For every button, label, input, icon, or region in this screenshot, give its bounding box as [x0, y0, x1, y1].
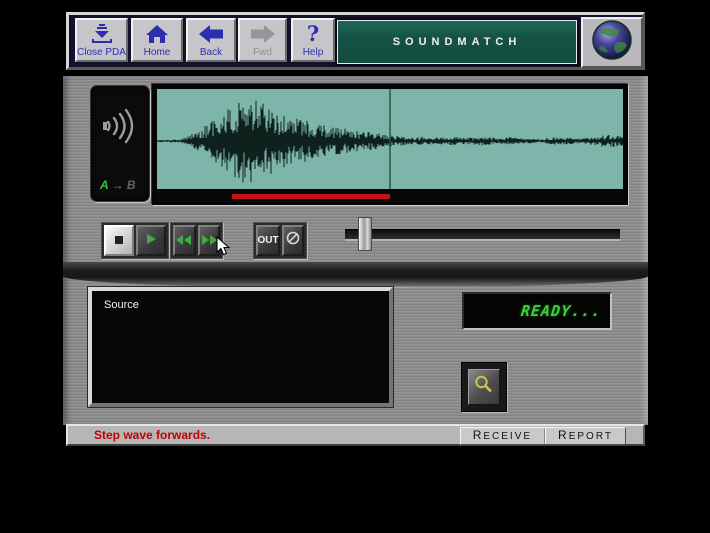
back-button[interactable]: Back [186, 18, 236, 62]
direction-from: A [100, 178, 108, 192]
direction-arrow-icon: → [112, 178, 124, 192]
slider-handle[interactable] [358, 217, 372, 251]
back-label: Back [200, 47, 222, 60]
forward-label: Fwd [253, 47, 272, 60]
panel-divider [63, 262, 648, 288]
play-stop-group [101, 222, 169, 259]
globe-icon [590, 18, 634, 67]
status-bar-buttons: RECEIVE REPORT [460, 427, 626, 445]
out-label: OUT [257, 235, 278, 246]
slider-track[interactable] [345, 229, 620, 241]
step-group [170, 222, 223, 259]
speaker-panel: A → B [90, 85, 150, 202]
play-icon [146, 232, 157, 250]
help-icon: ? [307, 20, 319, 47]
source-display: Source [88, 287, 393, 407]
receive-button[interactable]: RECEIVE [461, 428, 545, 444]
play-button[interactable] [136, 225, 166, 256]
cancel-icon [286, 231, 300, 250]
step-back-button[interactable] [173, 225, 196, 256]
report-label: REPORT [558, 428, 613, 444]
step-forward-button[interactable] [198, 225, 221, 256]
status-bar: Step wave forwards. RECEIVE REPORT [66, 424, 645, 446]
toolbar: Close PDA Home Back [66, 12, 645, 70]
direction-to: B [127, 178, 136, 192]
close-pda-icon [89, 20, 115, 47]
inspect-button-frame [461, 362, 507, 412]
out-group: OUT [253, 222, 307, 259]
waveform-area[interactable] [157, 89, 623, 189]
progress-track [157, 191, 623, 202]
progress-bar [232, 194, 390, 199]
help-button[interactable]: ? Help [291, 18, 335, 62]
back-arrow-icon [197, 20, 225, 47]
inspect-button[interactable] [468, 369, 500, 405]
cancel-button[interactable] [282, 225, 304, 256]
step-forward-icon [201, 232, 217, 250]
report-button[interactable]: REPORT [545, 428, 625, 444]
home-icon [144, 20, 170, 47]
pda-device: Close PDA Home Back [63, 10, 648, 447]
led-display: READY... [462, 292, 612, 330]
close-pda-label: Close PDA [77, 47, 126, 60]
magnifier-icon [473, 374, 495, 401]
status-message: Step wave forwards. [94, 426, 210, 444]
source-label: Source [92, 291, 389, 311]
forward-arrow-icon [249, 20, 277, 47]
app-title-plate: SOUNDMATCH [337, 20, 577, 64]
receive-label: RECEIVE [473, 428, 532, 444]
stop-icon [114, 232, 124, 250]
help-label: Help [303, 47, 324, 60]
home-label: Home [144, 47, 171, 60]
direction-label: A → B [100, 178, 136, 192]
waveform-display [152, 84, 628, 205]
waveform-plot [157, 89, 623, 189]
step-back-icon [176, 232, 192, 250]
home-button[interactable]: Home [131, 18, 183, 62]
globe-button[interactable] [581, 17, 643, 68]
close-pda-button[interactable]: Close PDA [75, 18, 128, 62]
forward-button: Fwd [238, 18, 287, 62]
out-button[interactable]: OUT [256, 225, 280, 256]
speaker-waves-icon [101, 104, 139, 153]
led-text: READY... [520, 302, 602, 320]
stop-button[interactable] [104, 225, 134, 256]
app-title: SOUNDMATCH [393, 36, 522, 48]
